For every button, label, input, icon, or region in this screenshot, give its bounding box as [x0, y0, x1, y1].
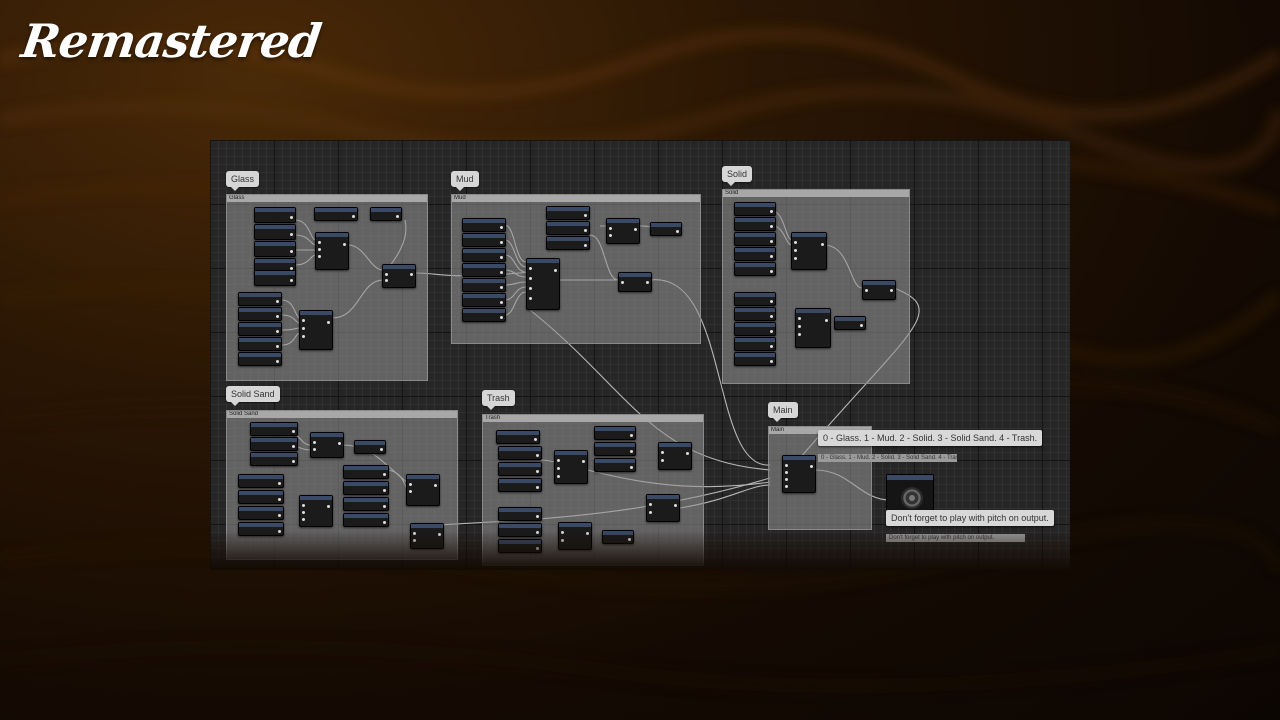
node[interactable] — [254, 224, 296, 240]
node[interactable] — [646, 494, 680, 522]
node[interactable] — [343, 465, 389, 479]
switch-node[interactable] — [782, 455, 816, 493]
node[interactable] — [238, 522, 284, 536]
node[interactable] — [238, 307, 282, 321]
node[interactable] — [498, 462, 542, 476]
group-title-glass: Glass — [226, 171, 260, 191]
index-info-bubble: 0 - Glass. 1 - Mud. 2 - Solid. 3 - Solid… — [818, 430, 1043, 446]
node[interactable] — [343, 513, 389, 527]
node[interactable] — [462, 308, 506, 322]
group-bar-solid: Solid — [723, 190, 909, 197]
pitch-info-comment: Don't forget to play with pitch on outpu… — [886, 534, 1025, 542]
group-title-solid-sand: Solid Sand — [226, 386, 280, 406]
group-title-trash: Trash — [482, 390, 515, 410]
node[interactable] — [618, 272, 652, 292]
group-title-mud: Mud — [451, 171, 479, 191]
node[interactable] — [594, 458, 636, 472]
node[interactable] — [734, 292, 776, 306]
node[interactable] — [650, 222, 682, 236]
group-bar-solid-sand: Solid Sand — [227, 411, 457, 418]
node[interactable] — [462, 293, 506, 307]
node[interactable] — [498, 446, 542, 460]
node[interactable] — [594, 442, 636, 456]
group-title-solid: Solid — [722, 166, 753, 186]
node[interactable] — [462, 218, 506, 232]
node[interactable] — [498, 539, 542, 553]
node[interactable] — [254, 207, 296, 223]
node[interactable] — [238, 506, 284, 520]
node[interactable] — [315, 232, 349, 270]
node[interactable] — [382, 264, 416, 288]
group-bar-glass: Glass — [227, 195, 427, 202]
node[interactable] — [546, 236, 590, 250]
node[interactable] — [254, 270, 296, 286]
node[interactable] — [354, 440, 386, 454]
node[interactable] — [834, 316, 866, 330]
node[interactable] — [594, 426, 636, 440]
node[interactable] — [734, 232, 776, 246]
group-bar-mud: Mud — [452, 195, 700, 202]
node[interactable] — [554, 450, 588, 484]
node[interactable] — [250, 422, 298, 436]
node[interactable] — [406, 474, 440, 506]
node[interactable] — [546, 206, 590, 220]
node[interactable] — [862, 280, 896, 300]
node[interactable] — [410, 523, 444, 549]
node[interactable] — [734, 322, 776, 336]
node[interactable] — [299, 310, 333, 350]
node[interactable] — [546, 221, 590, 235]
node[interactable] — [462, 278, 506, 292]
speaker-icon — [901, 487, 923, 509]
node[interactable] — [734, 307, 776, 321]
node[interactable] — [299, 495, 333, 527]
node[interactable] — [343, 481, 389, 495]
node[interactable] — [462, 248, 506, 262]
node[interactable] — [734, 217, 776, 231]
node[interactable] — [238, 337, 282, 351]
pitch-info-bubble: Don't forget to play with pitch on outpu… — [886, 510, 1054, 526]
node[interactable] — [238, 352, 282, 366]
node[interactable] — [606, 218, 640, 244]
node[interactable] — [370, 207, 402, 221]
node[interactable] — [343, 497, 389, 511]
node[interactable] — [734, 247, 776, 261]
node[interactable] — [250, 452, 298, 466]
node[interactable] — [526, 258, 560, 310]
group-bar-trash: Trash — [483, 415, 703, 422]
node[interactable] — [791, 232, 827, 270]
node[interactable] — [498, 507, 542, 521]
blueprint-graph-editor[interactable]: Glass Glass Mud Mud Solid Solid Solid Sa… — [210, 140, 1070, 570]
node[interactable] — [558, 522, 592, 550]
node[interactable] — [658, 442, 692, 470]
remastered-title: Remastered — [18, 14, 324, 68]
node[interactable] — [795, 308, 831, 348]
node[interactable] — [734, 262, 776, 276]
node[interactable] — [734, 337, 776, 351]
node[interactable] — [310, 432, 344, 458]
node[interactable] — [498, 523, 542, 537]
node[interactable] — [250, 437, 298, 451]
node[interactable] — [498, 478, 542, 492]
group-title-main: Main — [768, 402, 798, 422]
node[interactable] — [462, 233, 506, 247]
node[interactable] — [238, 490, 284, 504]
node[interactable] — [602, 530, 634, 544]
node[interactable] — [254, 241, 296, 257]
node[interactable] — [462, 263, 506, 277]
node[interactable] — [238, 474, 284, 488]
node[interactable] — [238, 292, 282, 306]
node[interactable] — [734, 352, 776, 366]
index-info-comment: 0 - Glass. 1 - Mud. 2 - Solid. 3 - Solid… — [818, 454, 957, 462]
node[interactable] — [734, 202, 776, 216]
node[interactable] — [314, 207, 358, 221]
node[interactable] — [238, 322, 282, 336]
node[interactable] — [496, 430, 540, 444]
